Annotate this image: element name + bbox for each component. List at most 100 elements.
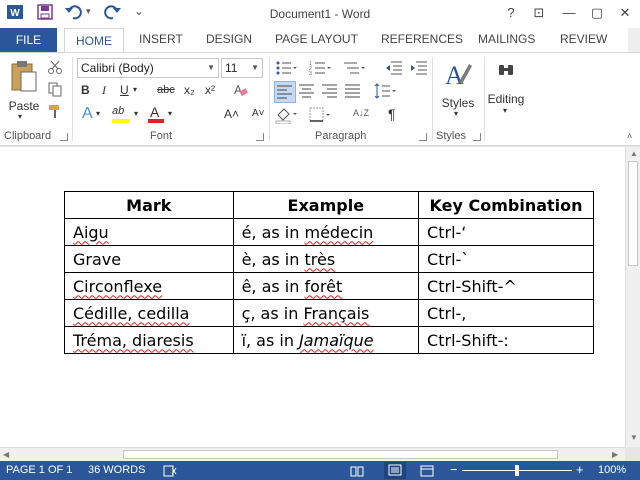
tab-insert[interactable]: INSERT: [139, 32, 183, 46]
multilevel-list-icon[interactable]: [343, 60, 365, 76]
numbering-icon[interactable]: 123: [309, 60, 331, 76]
proofing-icon[interactable]: [163, 465, 177, 477]
print-layout-icon: [388, 464, 402, 476]
read-mode-icon[interactable]: [350, 465, 364, 477]
print-layout-button[interactable]: [384, 462, 406, 479]
scroll-down-icon[interactable]: ▼: [630, 433, 638, 442]
align-right-icon[interactable]: [322, 84, 338, 98]
zoom-level[interactable]: 100%: [598, 464, 626, 476]
example-char: ï, as in: [241, 330, 300, 350]
ribbon-display-options-button[interactable]: ⊡: [526, 2, 552, 24]
underline-button[interactable]: U: [120, 83, 129, 97]
text-effects-dropdown-icon[interactable]: ▾: [96, 109, 100, 118]
cell-example[interactable]: ç, as in Français: [232, 299, 420, 327]
cell-example[interactable]: ê, as in forêt: [232, 272, 420, 300]
tab-review[interactable]: REVIEW: [560, 32, 607, 46]
scroll-right-icon[interactable]: ▶: [612, 450, 618, 459]
font-name-combo[interactable]: Calibri (Body) ▼: [77, 58, 219, 78]
format-painter-icon[interactable]: [47, 103, 63, 119]
zoom-out-button[interactable]: −: [450, 462, 458, 477]
align-center-icon[interactable]: [299, 84, 315, 98]
tab-references[interactable]: REFERENCES: [381, 32, 463, 46]
horizontal-scrollbar[interactable]: ◀ ▶: [0, 447, 625, 461]
tab-file[interactable]: FILE: [0, 28, 57, 52]
borders-icon[interactable]: [309, 107, 331, 123]
grow-font-button[interactable]: A˄: [224, 107, 239, 121]
paragraph-dialog-launcher[interactable]: [419, 133, 427, 141]
font-size-combo[interactable]: 11 ▼: [221, 58, 263, 78]
paste-label: Paste: [8, 99, 40, 113]
styles-button[interactable]: A Styles ▾: [440, 58, 476, 124]
cell-example[interactable]: è, as in très: [232, 245, 420, 273]
paragraph-group-label: Paragraph: [315, 130, 367, 142]
clear-formatting-icon[interactable]: A: [232, 82, 248, 98]
zoom-in-button[interactable]: +: [576, 462, 584, 477]
editing-button[interactable]: Editing ▾: [486, 58, 526, 124]
align-left-button[interactable]: [274, 81, 296, 103]
text-effects-button[interactable]: A: [82, 105, 93, 123]
italic-button[interactable]: I: [102, 83, 106, 98]
tab-home[interactable]: HOME: [64, 28, 124, 53]
increase-indent-icon[interactable]: [410, 60, 428, 76]
tab-overflow-icon[interactable]: [628, 28, 640, 52]
cell-example[interactable]: é, as in médecin: [232, 218, 420, 246]
page-count[interactable]: PAGE 1 OF 1: [6, 464, 72, 476]
collapse-ribbon-icon[interactable]: ˄: [627, 131, 632, 141]
vertical-scroll-thumb[interactable]: [628, 161, 638, 266]
bullets-icon[interactable]: [275, 60, 297, 76]
tab-page-layout[interactable]: PAGE LAYOUT: [275, 32, 358, 46]
highlight-button[interactable]: ab: [110, 105, 132, 125]
justify-icon[interactable]: [345, 84, 361, 98]
word-count[interactable]: 36 WORDS: [88, 464, 145, 476]
sort-button[interactable]: A↓Z: [353, 108, 369, 118]
tab-mailings[interactable]: MAILINGS: [478, 32, 535, 46]
example-char: ç, as in: [241, 303, 304, 323]
cell-mark[interactable]: Aigu: [64, 218, 234, 246]
cell-mark[interactable]: Circonflexe: [64, 272, 234, 300]
font-dialog-launcher[interactable]: [256, 133, 264, 141]
horizontal-scroll-thumb[interactable]: [123, 450, 558, 459]
cell-example[interactable]: ï, as in Jamaïque: [232, 326, 420, 354]
tab-design[interactable]: DESIGN: [206, 32, 252, 46]
cell-keys[interactable]: Ctrl-,: [418, 299, 594, 327]
cut-icon[interactable]: [47, 59, 63, 75]
styles-dialog-launcher[interactable]: [473, 133, 481, 141]
font-color-dropdown-icon[interactable]: ▾: [168, 109, 172, 118]
vertical-scrollbar[interactable]: ▲ ▼: [625, 147, 640, 447]
cell-keys[interactable]: Ctrl-Shift-:: [418, 326, 594, 354]
bold-button[interactable]: B: [81, 83, 90, 97]
scroll-up-icon[interactable]: ▲: [630, 149, 638, 158]
styles-group-label: Styles: [436, 130, 466, 142]
close-button[interactable]: ✕: [612, 2, 638, 24]
cell-mark[interactable]: Grave: [64, 245, 234, 273]
cell-mark[interactable]: Cédille, cedilla: [64, 299, 234, 327]
chevron-down-icon: ▼: [251, 63, 259, 72]
underline-dropdown-icon[interactable]: ▾: [133, 85, 137, 94]
divider: [72, 57, 73, 141]
cell-mark[interactable]: Tréma, diaresis: [64, 326, 234, 354]
cell-keys[interactable]: Ctrl-`: [418, 245, 594, 273]
restore-button[interactable]: ▢: [584, 2, 610, 24]
clipboard-dialog-launcher[interactable]: [60, 133, 68, 141]
minimize-button[interactable]: —: [556, 2, 582, 24]
document-page[interactable]: Mark Example Key Combination Aigu é, as …: [0, 147, 625, 447]
scroll-left-icon[interactable]: ◀: [3, 450, 9, 459]
header-mark: Mark: [64, 191, 234, 219]
font-color-button[interactable]: A: [146, 104, 166, 125]
cell-keys[interactable]: Ctrl-Shift-^: [418, 272, 594, 300]
cell-keys[interactable]: Ctrl-‘: [418, 218, 594, 246]
help-button[interactable]: ?: [498, 2, 524, 24]
highlight-dropdown-icon[interactable]: ▾: [134, 109, 138, 118]
shrink-font-button[interactable]: A˅: [252, 108, 265, 119]
shading-icon[interactable]: [275, 106, 297, 124]
copy-icon[interactable]: [47, 81, 63, 97]
line-spacing-icon[interactable]: [374, 83, 396, 99]
superscript-button[interactable]: x²: [205, 83, 215, 97]
show-formatting-marks-button[interactable]: ¶: [388, 106, 396, 122]
strikethrough-button[interactable]: abc: [157, 84, 175, 96]
zoom-slider-thumb[interactable]: [515, 465, 519, 476]
decrease-indent-icon[interactable]: [385, 60, 403, 76]
paste-button[interactable]: Paste ▾: [6, 59, 42, 121]
subscript-button[interactable]: x₂: [184, 83, 195, 97]
web-layout-icon[interactable]: [420, 465, 434, 477]
